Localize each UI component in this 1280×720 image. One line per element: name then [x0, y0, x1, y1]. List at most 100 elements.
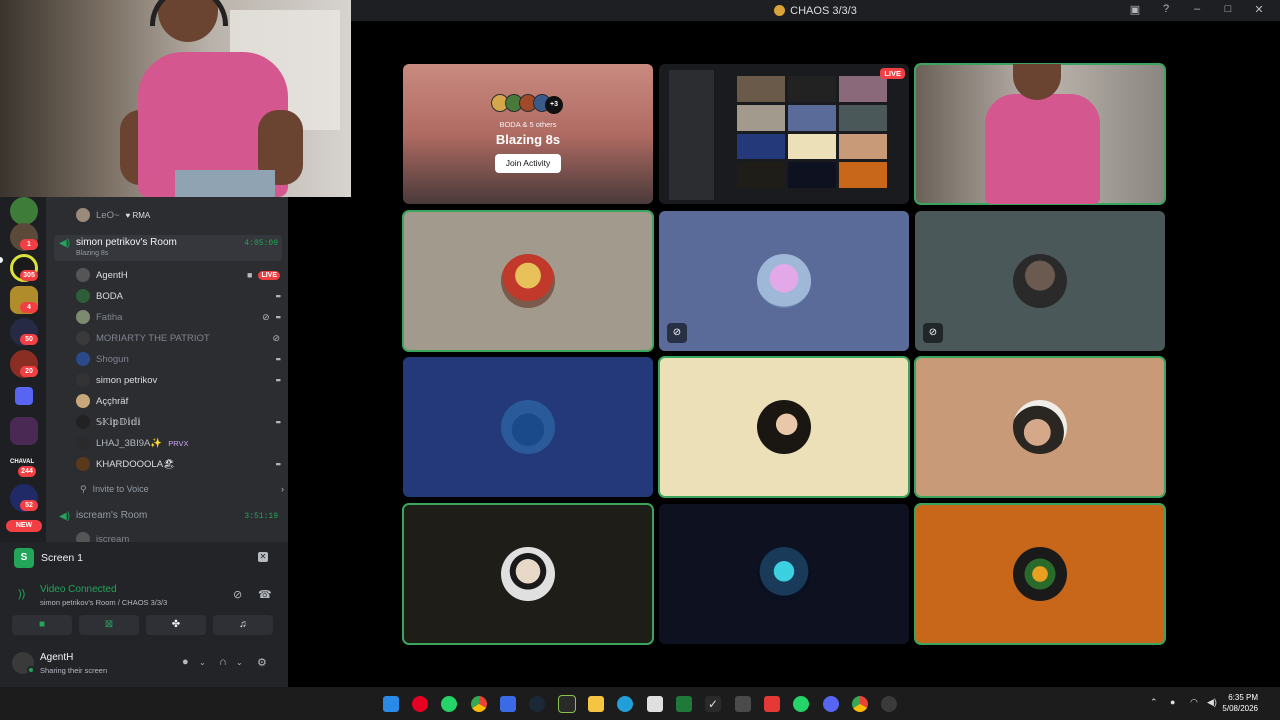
invite-to-voice[interactable]: ⚲ Invite to Voice ›	[80, 479, 284, 499]
whatsapp-icon[interactable]	[793, 696, 809, 712]
close-icon[interactable]: ✕	[1252, 3, 1266, 16]
participant-tile[interactable]	[402, 210, 654, 352]
chevron-right-icon: ›	[281, 484, 284, 494]
voice-user[interactable]: Fatiha ⊘ ▪▪	[76, 307, 281, 327]
voice-user[interactable]: Aççhräf	[76, 391, 280, 411]
voice-user[interactable]: simon petrikov ▪▪	[76, 370, 281, 390]
headphones-icon[interactable]: ∩	[219, 656, 227, 668]
minimize-icon[interactable]: –	[1190, 3, 1204, 16]
discord-icon[interactable]	[823, 696, 839, 712]
folder-icon[interactable]	[588, 696, 604, 712]
start-icon[interactable]	[383, 696, 399, 712]
user-name: LeO~	[96, 209, 120, 221]
avatar	[1013, 254, 1067, 308]
settings-icon[interactable]: ⚙	[257, 656, 267, 669]
pinterest-icon[interactable]	[412, 696, 428, 712]
noise-suppression-icon[interactable]: ⊘	[233, 588, 242, 601]
whatsapp-icon[interactable]	[441, 696, 457, 712]
terminal-icon[interactable]	[558, 695, 576, 713]
screen-share-label: Screen 1	[41, 552, 84, 564]
participant-tile[interactable]	[402, 503, 654, 645]
chrome-icon[interactable]	[471, 696, 487, 712]
voice-user[interactable]: KHARDOOOLA🏖 ▪▪	[76, 454, 281, 474]
participant-tile[interactable]	[914, 356, 1166, 498]
help-icon[interactable]: ?	[1159, 3, 1173, 16]
disconnect-icon[interactable]: ☎	[258, 588, 272, 601]
voice-user[interactable]: Shogun ▪▪	[76, 349, 281, 369]
chevron-down-icon[interactable]: ⌄	[199, 658, 206, 667]
window-controls: ▣ ? – □ ✕	[1128, 3, 1266, 16]
participant-tile[interactable]	[658, 356, 910, 498]
user-tag: ♥ RMA	[125, 210, 151, 220]
participant-tile[interactable]	[659, 504, 909, 644]
join-activity-button[interactable]: Join Activity	[495, 154, 561, 173]
wifi-icon[interactable]: ◠	[1190, 697, 1198, 708]
voice-user[interactable]: LHAJ_3BI9A✨ PRVX	[76, 433, 280, 453]
screen-share-tile[interactable]: S Screen 1	[14, 548, 83, 568]
window-title-text: CHAOS 3/3/3	[790, 4, 857, 17]
maximize-icon[interactable]: □	[1221, 3, 1235, 16]
app-icon[interactable]	[735, 696, 751, 712]
telegram-icon[interactable]	[617, 696, 633, 712]
server-icon[interactable]	[10, 417, 38, 445]
unread-badge: 305	[20, 270, 38, 281]
app-icon[interactable]	[500, 696, 516, 712]
screen-share-stream-tile[interactable]: LIVE	[659, 64, 909, 204]
participant-tile[interactable]	[403, 357, 653, 497]
voice-user[interactable]: iscream	[76, 529, 280, 542]
unread-badge: 244	[18, 466, 36, 477]
unread-badge: 4	[20, 302, 38, 313]
close-stream-icon[interactable]: ✕	[258, 552, 268, 562]
unread-badge: 52	[20, 500, 38, 511]
activity-icon: ▪▪	[275, 354, 281, 364]
soundboard-button[interactable]: ♫	[213, 615, 273, 635]
voice-user[interactable]: AgentH ■ LIVE	[76, 265, 280, 285]
voice-user[interactable]: LeO~ ♥ RMA	[76, 205, 280, 225]
avatar	[76, 457, 90, 471]
tray-chevron-icon[interactable]: ⌃	[1150, 697, 1158, 708]
user-area[interactable]: AgentH Sharing their screen ● ⌄ ∩ ⌄ ⚙	[12, 650, 282, 676]
store-icon[interactable]	[647, 696, 663, 712]
activity-participants-text: BODA & 5 others	[499, 120, 557, 129]
participant-tile[interactable]	[914, 503, 1166, 645]
checkmark-icon[interactable]: ✓	[705, 696, 721, 712]
volume-icon[interactable]: ◀)	[1207, 697, 1217, 708]
webcam-tile-agenth[interactable]	[914, 63, 1166, 205]
participant-tile[interactable]: ⊘	[659, 211, 909, 351]
microphone-icon[interactable]: ●	[1170, 697, 1175, 707]
date: 5/08/2026	[1222, 704, 1258, 713]
share-screen-button[interactable]: ⊠	[79, 615, 139, 635]
clock[interactable]: 6:35 PM 5/08/2026	[1222, 692, 1258, 714]
avatar	[76, 532, 90, 542]
app-icon[interactable]	[881, 696, 897, 712]
avatar	[757, 547, 811, 601]
voice-channel-simon[interactable]: ◀) simon petrikov's Room Blazing 8s 4:05…	[54, 235, 282, 261]
voice-user[interactable]: MORIARTY THE PATRIOT ⊘	[76, 328, 280, 348]
chrome-icon[interactable]	[852, 696, 868, 712]
unread-badge: 1	[20, 239, 38, 250]
stream-tile	[839, 104, 887, 131]
chevron-down-icon[interactable]: ⌄	[236, 658, 243, 667]
camera-button[interactable]: ■	[12, 615, 72, 635]
stream-tile	[737, 133, 785, 160]
server-icon[interactable]	[10, 197, 38, 225]
voice-user[interactable]: BODA ▪▪	[76, 286, 281, 306]
avatar	[76, 436, 90, 450]
participant-tile[interactable]: ⊘	[915, 211, 1165, 351]
inbox-icon[interactable]: ▣	[1128, 3, 1142, 16]
speaker-icon: ◀)	[59, 238, 71, 249]
activity-tile[interactable]: +3 BODA & 5 others Blazing 8s Join Activ…	[403, 64, 653, 204]
steam-icon[interactable]	[529, 696, 545, 712]
speaker-icon: ◀)	[59, 511, 71, 522]
activity-button[interactable]: ✤	[146, 615, 206, 635]
voice-user[interactable]: 𝕊𝕂𝕚𝕡𝔻𝕚𝕕𝕚 ▪▪	[76, 412, 281, 432]
avatar	[501, 254, 555, 308]
app-icon[interactable]	[676, 696, 692, 712]
more-participants-count: +3	[545, 96, 563, 114]
anydesk-icon[interactable]	[764, 696, 780, 712]
avatar	[76, 331, 90, 345]
window-title: CHAOS 3/3/3	[774, 5, 857, 17]
avatar	[76, 415, 90, 429]
folder-icon[interactable]	[15, 387, 33, 405]
microphone-icon[interactable]: ●	[182, 656, 189, 668]
